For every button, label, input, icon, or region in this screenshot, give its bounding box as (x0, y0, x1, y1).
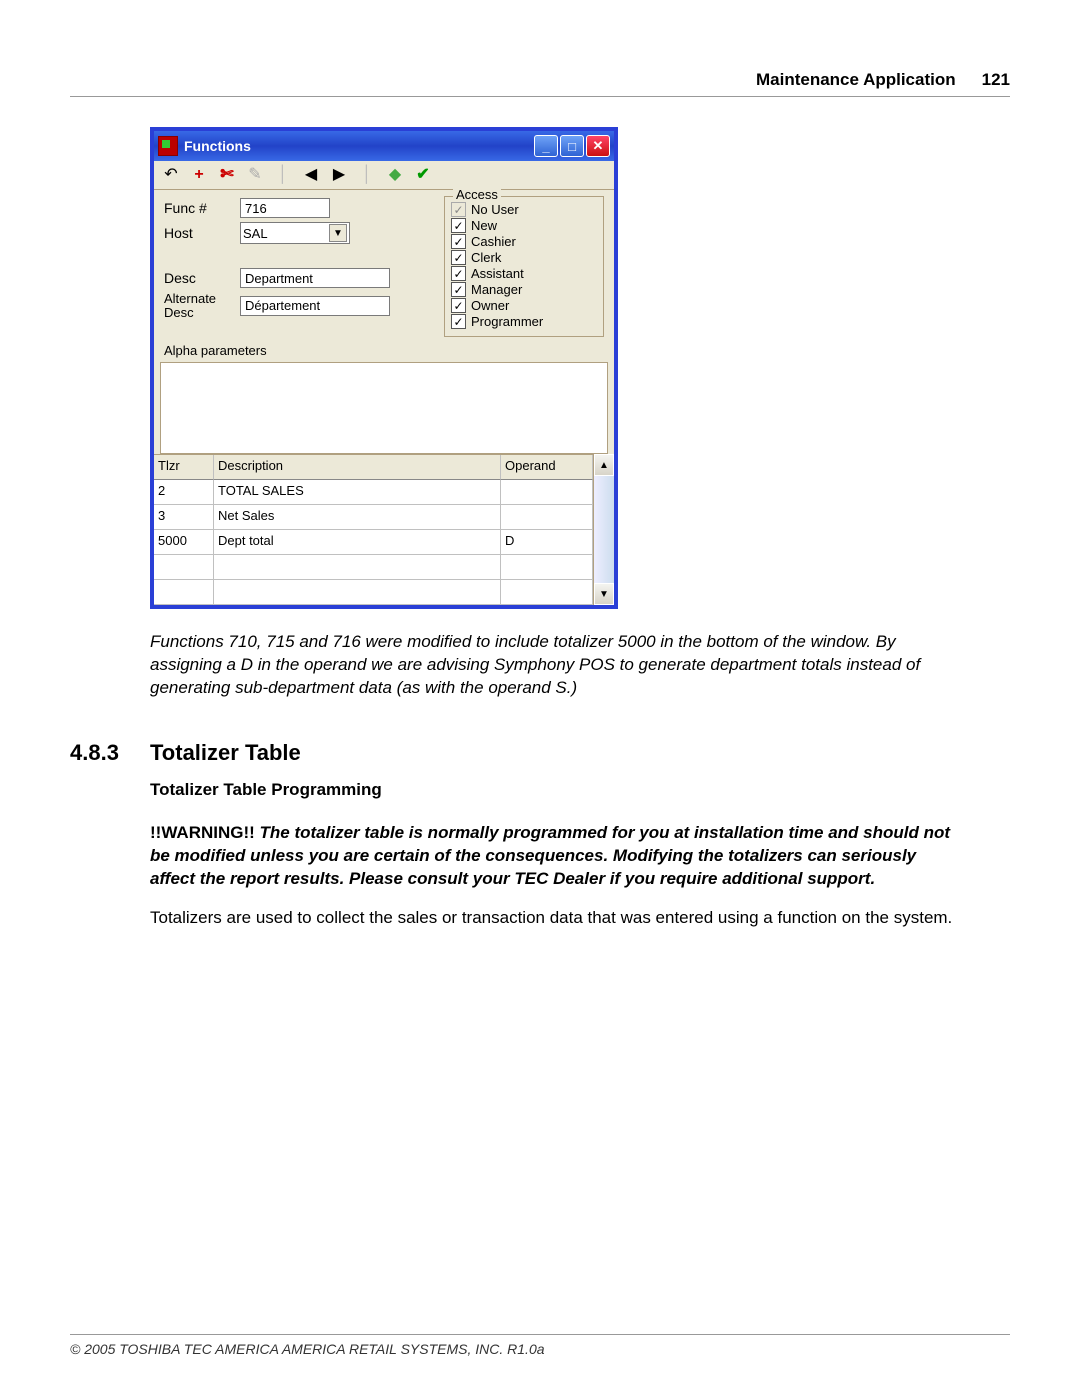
checkbox-label: No User (471, 202, 519, 217)
close-icon: ✕ (593, 138, 604, 154)
col-operand[interactable]: Operand (501, 455, 593, 480)
col-tlzr[interactable]: Tlzr (154, 455, 214, 480)
func-label: Func # (164, 200, 240, 216)
table-row[interactable] (154, 580, 593, 605)
checkbox-clerk[interactable] (451, 250, 466, 265)
app-icon (158, 136, 178, 156)
checkbox-nouser[interactable] (451, 202, 466, 217)
desc-label: Desc (164, 270, 240, 286)
paint-icon[interactable]: ◆ (386, 166, 404, 184)
title-bar[interactable]: Functions _ □ ✕ (154, 131, 614, 161)
minimize-button[interactable]: _ (534, 135, 558, 157)
scroll-track[interactable] (594, 476, 614, 583)
copy-icon: ✎ (246, 166, 264, 184)
add-icon[interactable]: + (190, 166, 208, 184)
access-fieldset: Access No User New Cashier Clerk Assista… (444, 196, 604, 337)
maximize-icon: □ (568, 139, 576, 154)
warning-paragraph: !!WARNING!! The totalizer table is norma… (150, 822, 960, 891)
checkbox-manager[interactable] (451, 282, 466, 297)
checkbox-label: Cashier (471, 234, 516, 249)
checkbox-label: Assistant (471, 266, 524, 281)
checkbox-label: Manager (471, 282, 522, 297)
table-row[interactable]: 3Net Sales (154, 505, 593, 530)
host-value: SAL (243, 226, 268, 241)
alt-desc-input[interactable] (240, 296, 390, 316)
col-description[interactable]: Description (214, 455, 501, 480)
scroll-up-icon[interactable]: ▲ (594, 454, 614, 476)
alt-desc-label: AlternateDesc (164, 292, 240, 319)
table-row[interactable]: 2TOTAL SALES (154, 480, 593, 505)
checkbox-cashier[interactable] (451, 234, 466, 249)
subheading: Totalizer Table Programming (150, 780, 1010, 800)
checkbox-label: Clerk (471, 250, 501, 265)
section-title: Totalizer Table (150, 740, 301, 766)
warning-label: !!WARNING!! (150, 823, 260, 842)
table-row[interactable]: 5000Dept totalD (154, 530, 593, 555)
undo-icon[interactable]: ↶ (162, 166, 180, 184)
page-footer: © 2005 TOSHIBA TEC AMERICA AMERICA RETAI… (70, 1334, 1010, 1357)
page-header: Maintenance Application 121 (70, 70, 1010, 97)
header-title: Maintenance Application (756, 70, 956, 90)
toolbar: ↶ + ✄ ✎ │ ◀ ▶ │ ◆ ✔ (154, 161, 614, 190)
host-select[interactable]: SAL ▼ (240, 222, 350, 244)
host-label: Host (164, 225, 240, 241)
figure-caption: Functions 710, 715 and 716 were modified… (150, 631, 940, 700)
body-paragraph: Totalizers are used to collect the sales… (150, 907, 960, 930)
func-input[interactable] (240, 198, 330, 218)
desc-input[interactable] (240, 268, 390, 288)
checkbox-assistant[interactable] (451, 266, 466, 281)
checkbox-owner[interactable] (451, 298, 466, 313)
maximize-button[interactable]: □ (560, 135, 584, 157)
checkbox-new[interactable] (451, 218, 466, 233)
prev-icon[interactable]: ◀ (302, 166, 320, 184)
separator-icon: │ (274, 166, 292, 184)
checkbox-label: New (471, 218, 497, 233)
alpha-params-area[interactable] (160, 362, 608, 454)
checkbox-programmer[interactable] (451, 314, 466, 329)
functions-window: Functions _ □ ✕ ↶ + ✄ ✎ │ ◀ ▶ │ ◆ ✔ Func… (150, 127, 618, 609)
page-number: 121 (982, 70, 1010, 90)
window-title: Functions (184, 138, 534, 154)
table-row[interactable] (154, 555, 593, 580)
scroll-down-icon[interactable]: ▼ (594, 583, 614, 605)
scrollbar[interactable]: ▲ ▼ (593, 454, 614, 605)
cut-icon[interactable]: ✄ (218, 166, 236, 184)
warning-body: The totalizer table is normally programm… (150, 823, 950, 888)
next-icon[interactable]: ▶ (330, 166, 348, 184)
separator-icon: │ (358, 166, 376, 184)
access-legend: Access (453, 187, 501, 202)
checkbox-label: Owner (471, 298, 509, 313)
checkbox-label: Programmer (471, 314, 543, 329)
minimize-icon: _ (542, 139, 549, 154)
grid-header: Tlzr Description Operand (154, 455, 593, 480)
close-button[interactable]: ✕ (586, 135, 610, 157)
alpha-params-label: Alpha parameters (154, 343, 614, 362)
totalizer-grid[interactable]: Tlzr Description Operand 2TOTAL SALES 3N… (154, 454, 593, 605)
check-icon[interactable]: ✔ (414, 166, 432, 184)
chevron-down-icon[interactable]: ▼ (329, 224, 347, 242)
section-number: 4.8.3 (70, 740, 150, 766)
